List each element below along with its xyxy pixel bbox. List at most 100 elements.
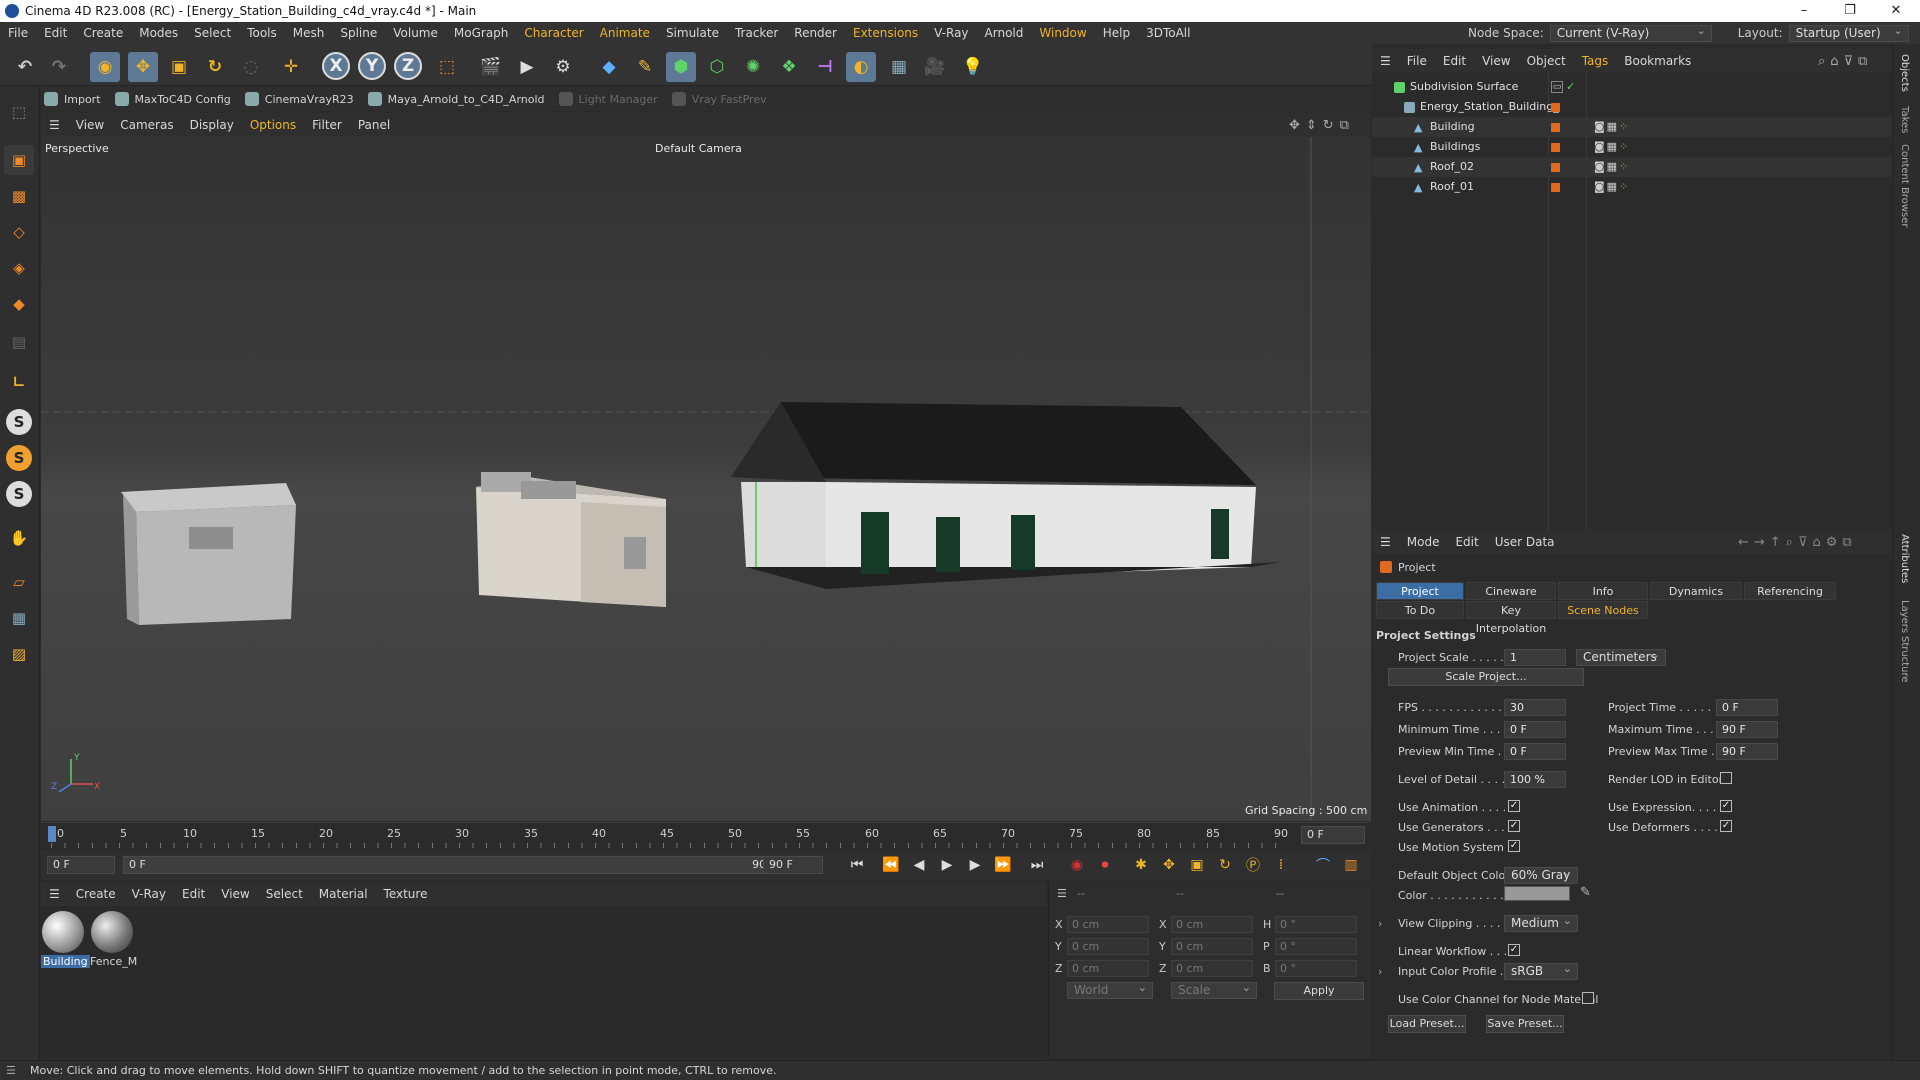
attribute-hamburger-icon[interactable]: ☰	[1372, 535, 1399, 549]
menu-mograph[interactable]: MoGraph	[446, 26, 517, 40]
use-motion-checkbox[interactable]: ✓	[1508, 840, 1520, 852]
material-menu-material[interactable]: Material	[311, 887, 376, 901]
go-to-start-icon[interactable]: ⏮	[845, 854, 869, 876]
fcurve-icon[interactable]: ▥	[1339, 854, 1363, 876]
tweak-mode-icon[interactable]: ✋	[4, 523, 34, 553]
coordinate-mode-dropdown[interactable]: World	[1067, 980, 1153, 999]
object-row-roof-01[interactable]: ▲ Roof_01 ◙▦⁘	[1372, 177, 1892, 197]
render-view-icon[interactable]: 🎬	[476, 52, 506, 82]
save-preset-button[interactable]: Save Preset...	[1486, 1015, 1564, 1033]
project-time-field[interactable]: 0 F	[1716, 699, 1778, 716]
x-axis-lock-button[interactable]: X	[322, 52, 350, 80]
preview-min-field[interactable]: 0 F	[1504, 743, 1566, 760]
redo-icon[interactable]: ↷	[44, 52, 74, 82]
timeline-playhead[interactable]	[48, 826, 56, 842]
camera-label[interactable]: Default Camera	[655, 142, 742, 155]
apply-button[interactable]: Apply	[1274, 982, 1364, 1000]
material-menu-vray[interactable]: V-Ray	[124, 887, 174, 901]
undo-icon[interactable]: ↶	[10, 52, 40, 82]
preview-max-field[interactable]: 90 F	[1716, 743, 1778, 760]
grid-icon[interactable]: ▦	[4, 603, 34, 633]
model-mode-icon[interactable]: ▣	[4, 145, 34, 175]
object-menu-file[interactable]: File	[1399, 54, 1435, 68]
use-expression-checkbox[interactable]: ✓	[1720, 800, 1732, 812]
size-x-field[interactable]: 0 cm	[1171, 916, 1253, 933]
workplane-icon[interactable]: ▱	[4, 567, 34, 597]
material-menu-texture[interactable]: Texture	[376, 887, 436, 901]
parameter-key-icon[interactable]: Ⓟ	[1241, 854, 1265, 876]
attribute-menu-edit[interactable]: Edit	[1447, 535, 1486, 549]
layer-color-swatch[interactable]	[1551, 143, 1560, 152]
camera-icon[interactable]: 🎥	[920, 52, 950, 82]
side-tab-layers[interactable]: Layers	[1899, 600, 1910, 633]
tab-info[interactable]: Info	[1558, 582, 1648, 600]
rotation-key-icon[interactable]: ↻	[1213, 854, 1237, 876]
texture-mode-icon[interactable]: ▩	[4, 181, 34, 211]
size-z-field[interactable]: 0 cm	[1171, 960, 1253, 977]
input-profile-dropdown[interactable]: sRGB	[1504, 961, 1578, 980]
make-editable-icon[interactable]: ⬚	[4, 97, 34, 127]
scale-tool-icon[interactable]: ▣	[164, 52, 194, 82]
lod-field[interactable]: 100 %	[1504, 771, 1566, 788]
material-tag-icons[interactable]: ◙▦⁘	[1594, 177, 1630, 197]
cinemavray-button[interactable]: CinemaVrayR23	[244, 92, 354, 106]
material-thumb-building[interactable]: Building	[41, 911, 90, 968]
light-icon[interactable]: 💡	[958, 52, 988, 82]
status-hamburger-icon[interactable]: ☰	[6, 1061, 16, 1080]
object-row-building[interactable]: ▲ Building ◙▦⁘	[1372, 117, 1892, 137]
attribute-nav-icons[interactable]: ←→↑⌕⊽⌂⚙⧉	[1738, 535, 1857, 550]
layer-color-swatch[interactable]	[1551, 183, 1560, 192]
previous-frame-icon[interactable]: ◀	[907, 854, 931, 876]
tab-key-interpolation[interactable]: Key Interpolation	[1466, 601, 1556, 635]
menu-animate[interactable]: Animate	[592, 26, 658, 40]
record-active-icon[interactable]: ◉	[1065, 854, 1089, 876]
use-generators-checkbox[interactable]: ✓	[1508, 820, 1520, 832]
3d-viewport[interactable]: Perspective Default Camera Grid Spacing …	[41, 137, 1371, 821]
material-hamburger-icon[interactable]: ☰	[41, 887, 68, 901]
rotation-b-field[interactable]: 0 °	[1275, 960, 1357, 977]
menu-3dtoall[interactable]: 3DToAll	[1138, 26, 1198, 40]
layer-color-swatch[interactable]	[1551, 123, 1560, 132]
vray-fastprev-button[interactable]: Vray FastPrev	[671, 92, 767, 106]
max-time-field[interactable]: 90 F	[1716, 721, 1778, 738]
autokey-icon[interactable]: ⏺	[1093, 854, 1117, 876]
pen-spline-icon[interactable]: ✎	[630, 52, 660, 82]
object-menu-bookmarks[interactable]: Bookmarks	[1616, 54, 1699, 68]
side-tab-attributes[interactable]: Attributes	[1899, 534, 1910, 583]
render-lod-checkbox[interactable]	[1720, 772, 1732, 784]
viewport-hamburger-icon[interactable]: ☰	[41, 118, 68, 132]
import-button[interactable]: Import	[44, 92, 101, 106]
menu-select[interactable]: Select	[186, 26, 239, 40]
tab-project-settings[interactable]: Project Settings	[1376, 582, 1464, 616]
input-profile-expand-icon[interactable]: ›	[1378, 965, 1382, 978]
node-space-dropdown[interactable]: Current (V-Ray)	[1549, 23, 1712, 42]
project-scale-unit-dropdown[interactable]: Centimeters	[1576, 647, 1666, 666]
color-picker-icon[interactable]: ✎	[1580, 885, 1591, 900]
floor-icon[interactable]: ▦	[884, 52, 914, 82]
project-scale-field[interactable]: 1	[1504, 649, 1566, 666]
axis-tool-icon[interactable]: ✛	[276, 52, 306, 82]
material-tag-icons[interactable]: ◙▦⁘	[1594, 137, 1630, 157]
snap-settings-icon[interactable]: S	[6, 445, 32, 471]
size-mode-dropdown[interactable]: Scale	[1171, 980, 1257, 999]
keyframe-selection-icon[interactable]: ✱	[1129, 854, 1153, 876]
linear-workflow-checkbox[interactable]: ✓	[1508, 944, 1520, 956]
object-menu-edit[interactable]: Edit	[1435, 54, 1474, 68]
min-time-field[interactable]: 0 F	[1504, 721, 1566, 738]
menu-render[interactable]: Render	[786, 26, 845, 40]
extrude-generator-icon[interactable]: ⬡	[702, 52, 732, 82]
object-menu-view[interactable]: View	[1474, 54, 1518, 68]
material-menu-create[interactable]: Create	[68, 887, 124, 901]
timeline-ruler[interactable]: 0 5 10 15 20 25 30 35 40 45 50 55 60 65 …	[41, 822, 1371, 848]
points-mode-icon[interactable]: ◇	[4, 217, 34, 247]
scale-project-button[interactable]: Scale Project...	[1388, 668, 1584, 686]
viewport-menu-options[interactable]: Options	[242, 118, 304, 132]
layer-color-swatch[interactable]	[1551, 103, 1560, 112]
menu-create[interactable]: Create	[75, 26, 131, 40]
frame-range-slider[interactable]: 0 F 90 F	[123, 856, 785, 874]
tab-cineware[interactable]: Cineware	[1466, 582, 1556, 600]
edges-mode-icon[interactable]: ◈	[4, 253, 34, 283]
viewport-menu-filter[interactable]: Filter	[304, 118, 350, 132]
layer-toggle[interactable]: ▭	[1551, 81, 1563, 93]
coords-hamburger-icon[interactable]: ☰	[1057, 887, 1067, 900]
